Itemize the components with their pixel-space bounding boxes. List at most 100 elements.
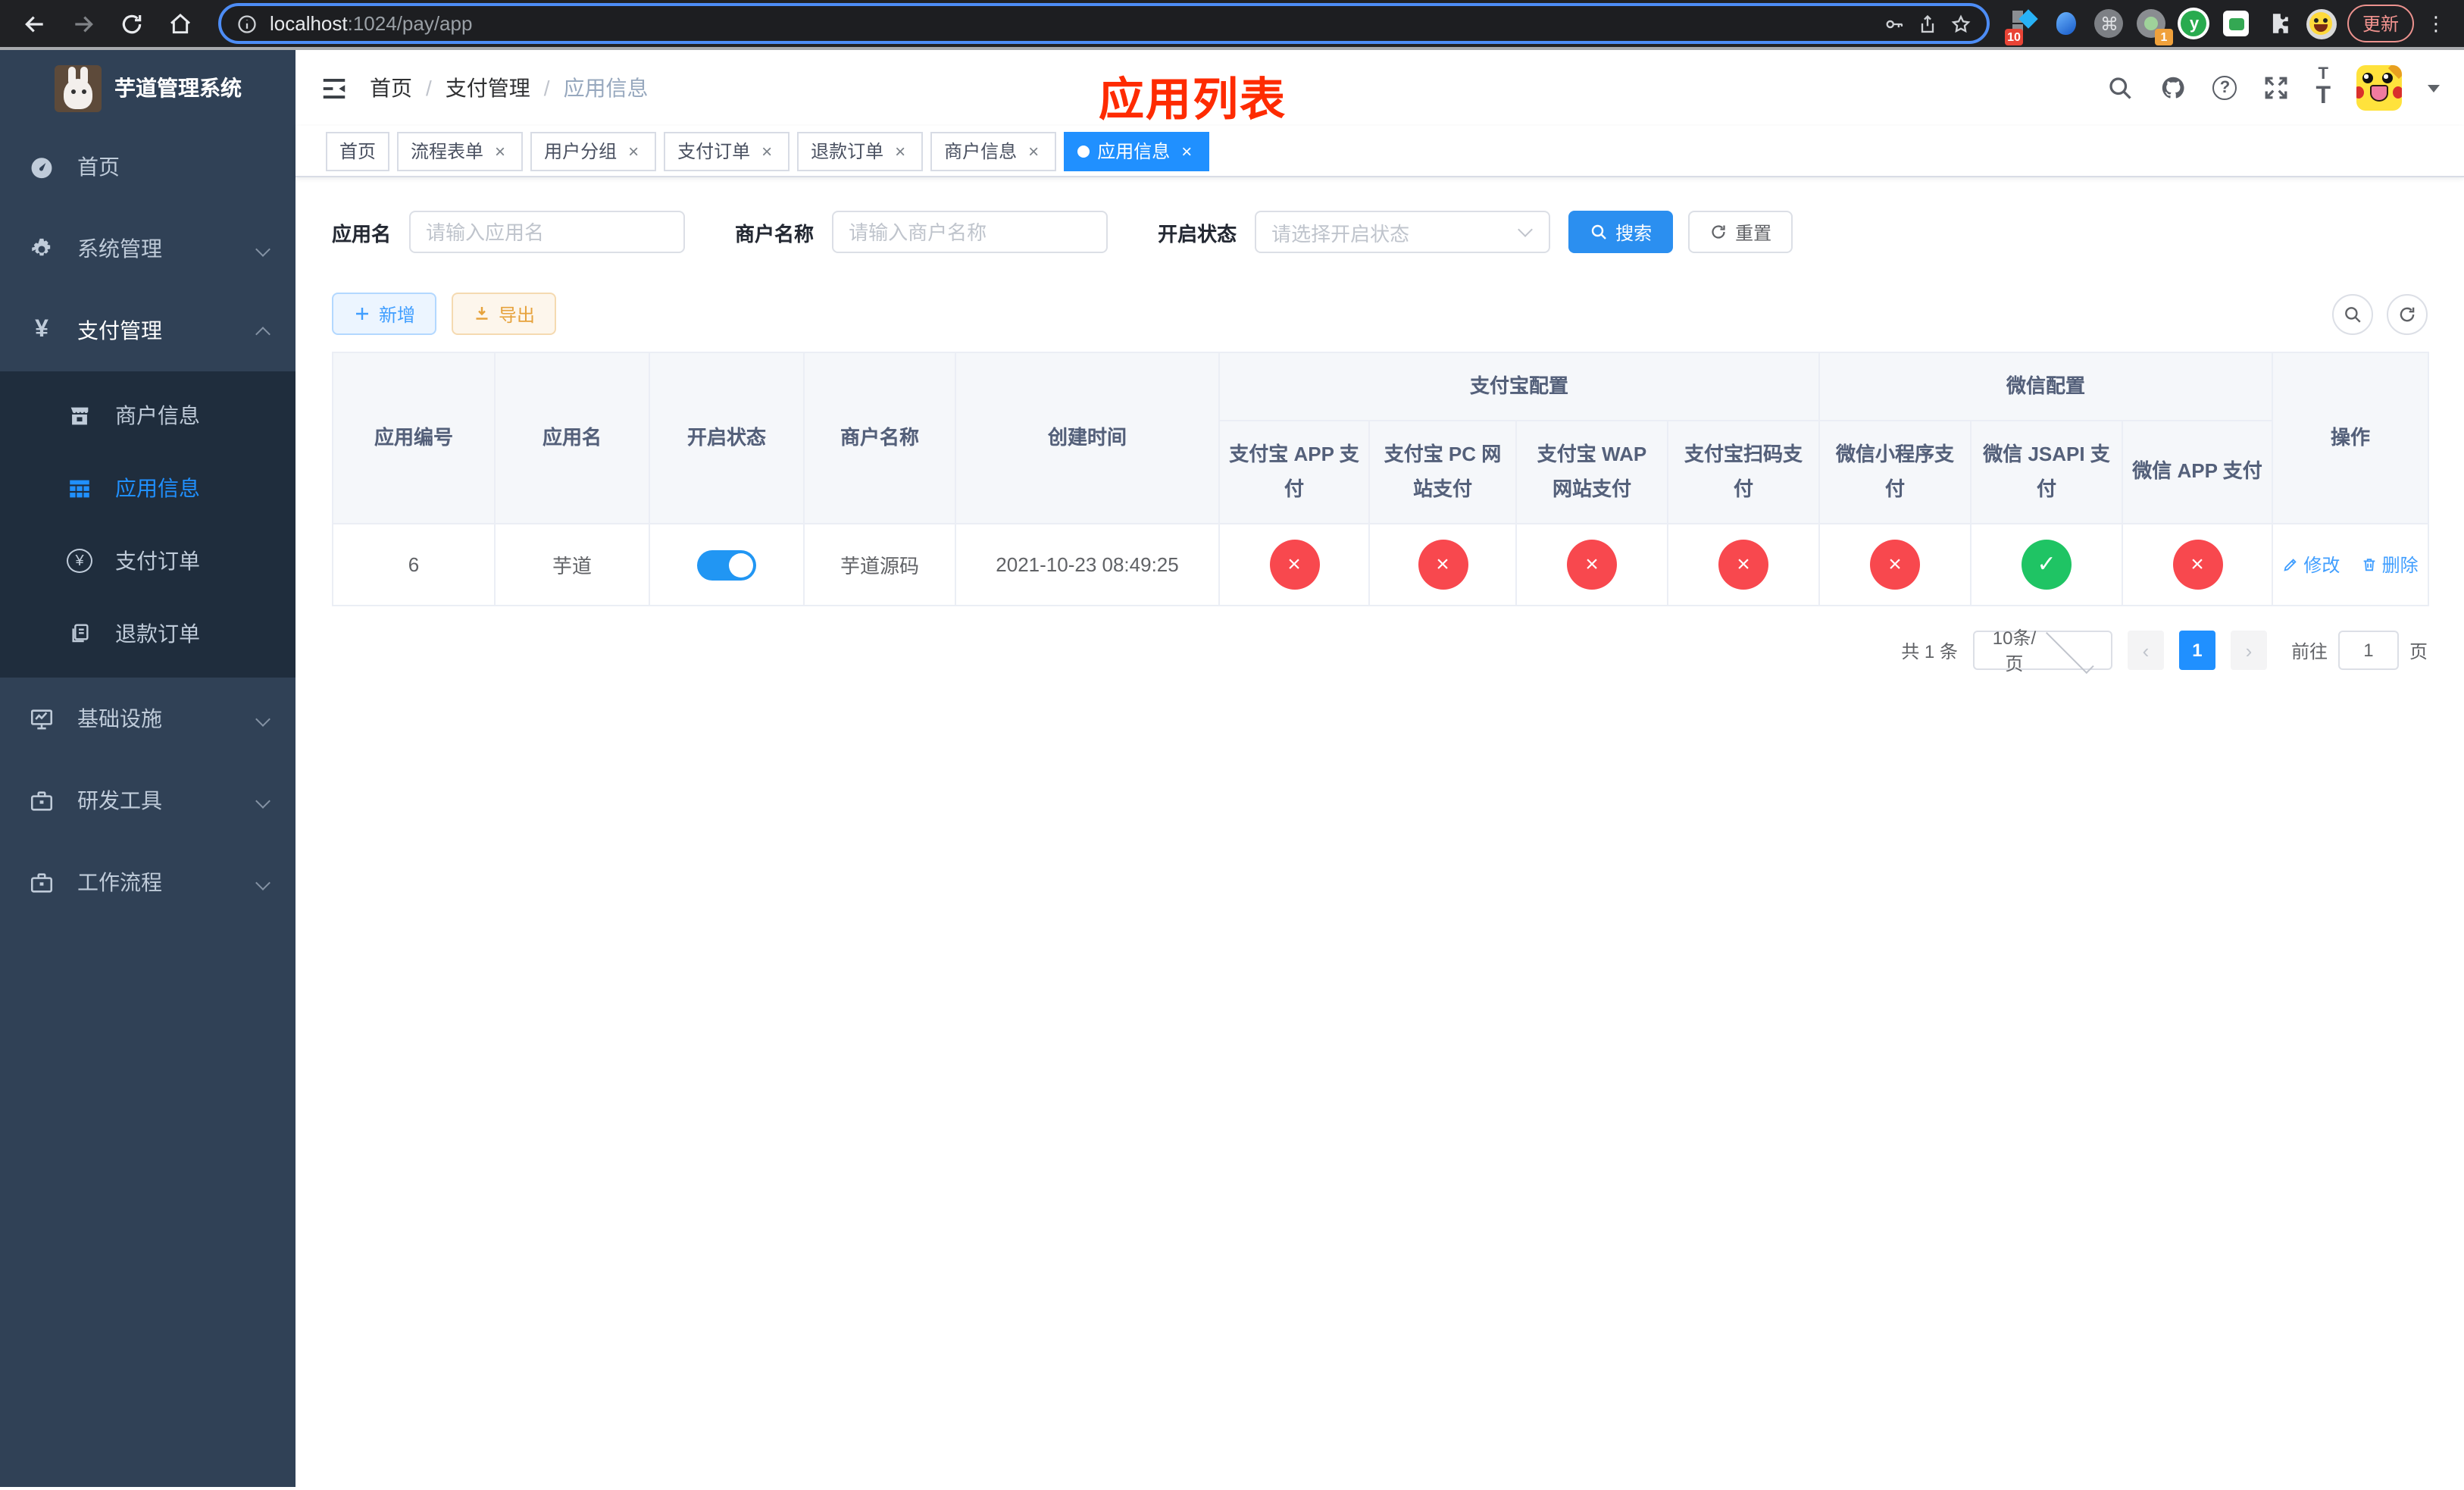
chevron-down-icon (255, 875, 270, 890)
sidebar-item-dev-tools[interactable]: 研发工具 (0, 759, 295, 841)
github-icon[interactable] (2159, 74, 2187, 102)
sidebar-item-payment-orders[interactable]: ¥ 支付订单 (0, 524, 295, 597)
table-search-toggle-button[interactable] (2332, 293, 2373, 334)
close-icon[interactable]: × (891, 140, 909, 161)
sidebar-item-refund-orders[interactable]: 退款订单 (0, 597, 295, 670)
col-wechat-app: 微信 APP 支付 (2122, 420, 2274, 524)
font-size-icon[interactable]: TT (2315, 65, 2331, 111)
export-button[interactable]: 导出 (452, 293, 557, 335)
close-icon[interactable]: × (491, 140, 509, 161)
merchant-name-input[interactable] (832, 211, 1108, 253)
header-search-icon[interactable] (2106, 74, 2134, 102)
col-wechat-mini: 微信小程序支付 (1818, 420, 1972, 524)
extension-recorder-icon[interactable]: 1 (2135, 7, 2173, 45)
yen-circle-icon: ¥ (67, 549, 92, 573)
sidebar-item-label: 系统管理 (77, 236, 162, 261)
breadcrumb-home[interactable]: 首页 (370, 73, 412, 103)
gear-icon (29, 236, 55, 261)
share-icon[interactable] (1917, 13, 1938, 34)
col-alipay-pc: 支付宝 PC 网站支付 (1368, 420, 1517, 524)
extension-command-icon[interactable]: ⌘ (2093, 7, 2126, 40)
bookmark-star-icon[interactable] (1950, 13, 1972, 34)
col-app-id: 应用编号 (332, 352, 496, 524)
close-icon[interactable]: × (1177, 140, 1196, 161)
app-name-input[interactable] (409, 211, 686, 253)
sidebar-item-system[interactable]: 系统管理 (0, 208, 295, 290)
chrome-update-button[interactable]: 更新 (2347, 5, 2414, 42)
wechat-mini-status-icon: × (1870, 540, 1921, 590)
sidebar-item-app-info[interactable]: 应用信息 (0, 452, 295, 524)
group-alipay-config: 支付宝配置 (1218, 352, 1821, 421)
home-icon[interactable] (161, 4, 200, 43)
sidebar-item-payment[interactable]: ¥ 支付管理 (0, 290, 295, 371)
tab-home[interactable]: 首页 (326, 131, 390, 171)
delete-link[interactable]: 删除 (2361, 552, 2419, 578)
sidebar-item-label: 应用信息 (115, 476, 200, 500)
extension-design-tool-icon[interactable]: 10 (2004, 7, 2041, 45)
chevron-down-icon (255, 241, 270, 256)
payment-submenu: 商户信息 应用信息 ¥ 支付订单 退款订单 (0, 371, 295, 678)
table-row: 6 芋道 芋道源码 2021-10-23 08:49:25 × × × × × … (332, 523, 2430, 606)
briefcase-icon (29, 787, 55, 813)
total-count: 共 1 条 (1901, 640, 1958, 662)
table-refresh-button[interactable] (2387, 293, 2428, 334)
close-icon[interactable]: × (1024, 140, 1043, 161)
browser-menu-icon[interactable]: ⋮ (2423, 11, 2449, 36)
breadcrumb-payment[interactable]: 支付管理 (446, 73, 530, 103)
sidebar-fold-icon[interactable] (320, 74, 349, 102)
next-page-button[interactable]: › (2230, 631, 2267, 670)
status-toggle[interactable] (697, 549, 756, 580)
sidebar-item-infrastructure[interactable]: 基础设施 (0, 678, 295, 759)
forward-icon[interactable] (64, 4, 103, 43)
fullscreen-icon[interactable] (2262, 74, 2290, 102)
refresh-icon (2400, 306, 2415, 321)
password-key-icon[interactable] (1884, 13, 1905, 34)
url-text: localhost:1024/pay/app (270, 12, 472, 35)
page-size-select[interactable]: 10条/页 (1972, 624, 2112, 675)
reload-icon[interactable] (112, 4, 152, 43)
tab-payment-orders[interactable]: 支付订单 × (664, 131, 790, 171)
extensions-puzzle-icon[interactable] (2262, 7, 2296, 40)
help-icon[interactable]: ? (2212, 76, 2237, 100)
reset-button[interactable]: 重置 (1688, 211, 1793, 253)
app-logo[interactable]: 芋道管理系统 (0, 50, 295, 126)
pagination: 共 1 条 10条/页 ‹ 1 › 前往 页 (332, 624, 2428, 675)
col-status: 开启状态 (649, 352, 805, 524)
annotation-title: 应用列表 (1099, 76, 1287, 126)
edit-link[interactable]: 修改 (2282, 552, 2340, 578)
sidebar-item-label: 支付订单 (115, 549, 200, 573)
alipay-qr-status-icon: × (1718, 540, 1768, 590)
browser-profile-avatar[interactable] (2305, 7, 2338, 40)
back-icon[interactable] (15, 4, 55, 43)
tab-process-form[interactable]: 流程表单 × (397, 131, 524, 171)
search-button[interactable]: 搜索 (1568, 211, 1674, 253)
download-icon (476, 307, 488, 320)
tab-user-group[interactable]: 用户分组 × (530, 131, 657, 171)
prev-page-button[interactable]: ‹ (2127, 631, 2164, 670)
site-info-icon[interactable] (236, 13, 258, 34)
extension-balloon-icon[interactable] (2050, 7, 2084, 40)
status-select[interactable]: 请选择开启状态 (1255, 211, 1551, 253)
extension-y-icon[interactable]: y (2178, 7, 2211, 40)
tab-app-info[interactable]: 应用信息 × (1064, 131, 1210, 171)
sidebar-item-label: 研发工具 (77, 788, 162, 812)
tab-merchant-info[interactable]: 商户信息 × (930, 131, 1057, 171)
cell-created: 2021-10-23 08:49:25 (955, 523, 1220, 606)
trash-icon (2363, 559, 2375, 571)
tab-refund-orders[interactable]: 退款订单 × (797, 131, 924, 171)
close-icon[interactable]: × (758, 140, 776, 161)
jump-page-input[interactable] (2337, 631, 2399, 670)
sidebar-item-merchant-info[interactable]: 商户信息 (0, 379, 295, 452)
add-button[interactable]: 新增 (332, 293, 437, 335)
user-avatar[interactable] (2356, 65, 2402, 111)
sidebar-item-workflow[interactable]: 工作流程 (0, 841, 295, 923)
current-page-button[interactable]: 1 (2178, 631, 2215, 670)
status-label: 开启状态 (1158, 222, 1237, 245)
sidebar-item-label: 退款订单 (115, 621, 200, 646)
sidebar-item-home[interactable]: 首页 (0, 126, 295, 208)
close-icon[interactable]: × (624, 140, 643, 161)
extension-chat-icon[interactable] (2220, 7, 2253, 40)
address-bar[interactable]: localhost:1024/pay/app (218, 3, 1990, 44)
user-menu-caret-icon[interactable] (2428, 84, 2440, 92)
sidebar: 芋道管理系统 首页 系统管理 ¥ 支付管理 商户信息 应用信息 ¥ 支付订单 退… (0, 50, 295, 1487)
